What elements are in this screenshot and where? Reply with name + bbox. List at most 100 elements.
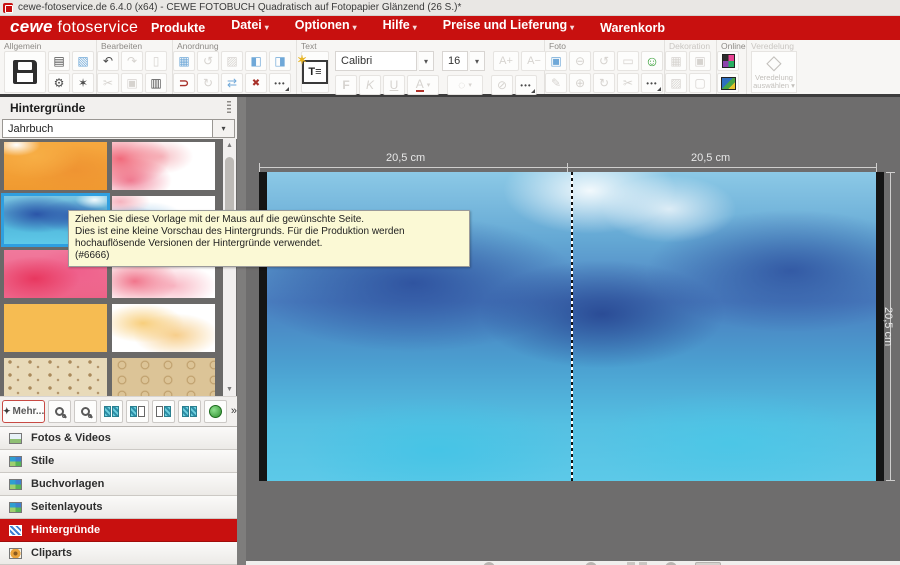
fill-color-button[interactable]: ◌▾ bbox=[447, 75, 483, 95]
italic-button[interactable]: K bbox=[359, 75, 381, 95]
menu-datei[interactable]: Datei▾ bbox=[218, 13, 282, 43]
editor-canvas: 20,5 cm 20,5 cm 20,5 cm bbox=[246, 97, 900, 565]
apply-right-page-button[interactable] bbox=[152, 400, 175, 423]
sidebar-item-hintergruende[interactable]: Hintergründe bbox=[0, 519, 237, 542]
rotate-cw-icon: ↻ bbox=[599, 76, 609, 90]
anordnung-more-button[interactable]: ••• bbox=[269, 73, 291, 93]
deco-frame-button[interactable]: ▢ bbox=[689, 73, 711, 93]
font-family-caret[interactable]: ▾ bbox=[419, 51, 434, 71]
bring-to-front-button[interactable]: ◧ bbox=[245, 51, 267, 71]
menu-preise-und-lieferung[interactable]: Preise und Lieferung▾ bbox=[430, 13, 587, 43]
foto-more-button[interactable]: ••• bbox=[641, 73, 663, 93]
save-as-button[interactable]: ▤ bbox=[48, 51, 70, 71]
deco-image-button[interactable]: ▦ bbox=[665, 51, 687, 71]
rotate-cw-button[interactable]: ↻ bbox=[197, 73, 219, 93]
sidebar-item-fotos-videos[interactable]: Fotos & Videos bbox=[0, 427, 237, 450]
panel-scrollbar[interactable]: ▲ ▼ bbox=[223, 139, 236, 396]
category-value[interactable]: Jahrbuch bbox=[2, 119, 213, 138]
zoom-thumbnails-in-button[interactable] bbox=[74, 400, 97, 423]
thumbnail-yellow-fade[interactable] bbox=[112, 304, 215, 352]
smiley-button[interactable]: ☺ bbox=[641, 51, 663, 71]
add-photo-button[interactable]: ▣ bbox=[545, 51, 567, 71]
rotate-ccw-button[interactable]: ↺ bbox=[197, 51, 219, 71]
thumbnail-yellow-orange-watercolor[interactable] bbox=[4, 304, 107, 352]
thumbnail-orange-watercolor[interactable] bbox=[4, 142, 107, 190]
photo-zoom-out-button[interactable]: ⊖ bbox=[569, 51, 591, 71]
copy-button[interactable]: ▣ bbox=[121, 73, 143, 93]
bold-button[interactable]: F bbox=[335, 75, 357, 95]
bring-forward-button[interactable]: ▨ bbox=[221, 51, 243, 71]
photo-crop-button[interactable]: ✂ bbox=[617, 73, 639, 93]
more-backgrounds-button[interactable]: ✦ Mehr... bbox=[2, 400, 45, 423]
backgrounds-icon bbox=[9, 525, 22, 536]
font-size-select[interactable]: 16 bbox=[442, 51, 468, 71]
align-grid-button[interactable]: ▦ bbox=[173, 51, 195, 71]
scissors-icon: ✂ bbox=[103, 76, 113, 90]
settings-button[interactable]: ⚙ bbox=[48, 73, 70, 93]
add-text-button[interactable]: T≡ bbox=[301, 51, 329, 93]
toolbar-section-dekoration: Dekoration ▦ ▣ ▨ ▢ bbox=[665, 40, 717, 94]
scissors-icon: ✂ bbox=[623, 76, 633, 90]
panel-grip-handle[interactable] bbox=[227, 101, 231, 115]
magnet-button[interactable]: ⊃ bbox=[173, 73, 195, 93]
send-back-icon: ◨ bbox=[274, 54, 285, 68]
thumbnail-red-white-fade[interactable] bbox=[112, 142, 215, 190]
photo-rotate-ccw-button[interactable]: ↺ bbox=[593, 51, 615, 71]
menu-produkte[interactable]: Produkte bbox=[138, 16, 218, 40]
apply-both-pages-button[interactable] bbox=[100, 400, 123, 423]
delete-button[interactable]: ▯ bbox=[145, 51, 167, 71]
menu-warenkorb[interactable]: Warenkorb bbox=[587, 16, 678, 40]
deco-copy-button[interactable]: ▣ bbox=[689, 51, 711, 71]
copy-icon: ▣ bbox=[126, 76, 137, 90]
font-smaller-button[interactable]: A− bbox=[521, 51, 547, 71]
assistant-button[interactable]: ✶ bbox=[72, 73, 94, 93]
photo-rotate-cw-button[interactable]: ↻ bbox=[593, 73, 615, 93]
sidebar-item-stile[interactable]: Stile bbox=[0, 450, 237, 473]
undo-button[interactable]: ↶ bbox=[97, 51, 119, 71]
menu-optionen[interactable]: Optionen▾ bbox=[282, 13, 370, 43]
font-size-caret[interactable]: ▾ bbox=[470, 51, 485, 71]
book-templates-icon bbox=[9, 479, 22, 490]
rotate-cw-icon: ↻ bbox=[203, 76, 213, 90]
photo-zoom-in-button[interactable]: ⊕ bbox=[569, 73, 591, 93]
delete-page-button[interactable]: ✖ bbox=[245, 73, 267, 93]
text-more-button[interactable]: ••• bbox=[515, 75, 537, 95]
panel-splitter[interactable] bbox=[237, 97, 246, 565]
thumbnail-tan-sprinkle-pattern[interactable] bbox=[4, 358, 107, 396]
sidebar-item-buchvorlagen[interactable]: Buchvorlagen bbox=[0, 473, 237, 496]
no-style-button[interactable]: ⊘ bbox=[491, 75, 513, 95]
toolbar: Allgemein ▤ ⚙ ▧ ✶ Bearbeiten ↶ ↷ ▯ bbox=[0, 40, 900, 97]
thumbnail-tan-ring-pattern[interactable] bbox=[112, 358, 215, 396]
menu-hilfe[interactable]: Hilfe▾ bbox=[370, 13, 430, 43]
chevron-down-icon: ▾ bbox=[424, 57, 428, 66]
redo-button[interactable]: ↷ bbox=[121, 51, 143, 71]
sidebar-accordion: Fotos & Videos Stile Buchvorlagen Seiten… bbox=[0, 426, 237, 565]
zoom-in-icon: ⊕ bbox=[575, 76, 585, 90]
underline-button[interactable]: U bbox=[383, 75, 405, 95]
chevron-down-icon: ▾ bbox=[353, 13, 357, 43]
online-backgrounds-button[interactable] bbox=[204, 400, 227, 423]
open-button[interactable]: ▧ bbox=[72, 51, 94, 71]
online-map-button[interactable] bbox=[717, 73, 739, 93]
font-family-select[interactable]: Calibri bbox=[335, 51, 417, 71]
veredelung-button[interactable]: ◇ Veredelung auswählen ▾ bbox=[751, 51, 797, 93]
zoom-thumbnails-out-button[interactable] bbox=[48, 400, 71, 423]
edit-photo-button[interactable]: ✎ bbox=[545, 73, 567, 93]
sidebar-item-seitenlayouts[interactable]: Seitenlayouts bbox=[0, 496, 237, 519]
scroll-down-arrow[interactable]: ▼ bbox=[223, 383, 236, 396]
apply-all-pages-button[interactable] bbox=[178, 400, 201, 423]
font-color-button[interactable]: A▾ bbox=[407, 75, 439, 95]
flip-button[interactable]: ⇄ bbox=[221, 73, 243, 93]
font-larger-button[interactable]: A+ bbox=[493, 51, 519, 71]
sidebar-item-cliparts[interactable]: Cliparts bbox=[0, 542, 237, 565]
category-caret[interactable]: ▾ bbox=[213, 119, 235, 138]
panorama-button[interactable]: ▭ bbox=[617, 51, 639, 71]
deco-image2-button[interactable]: ▨ bbox=[665, 73, 687, 93]
apply-left-page-button[interactable] bbox=[126, 400, 149, 423]
send-to-back-button[interactable]: ◨ bbox=[269, 51, 291, 71]
paste-button[interactable]: ▥ bbox=[145, 73, 167, 93]
scroll-up-arrow[interactable]: ▲ bbox=[223, 139, 236, 152]
online-station-button[interactable] bbox=[717, 51, 739, 71]
cut-button[interactable]: ✂ bbox=[97, 73, 119, 93]
save-button[interactable] bbox=[4, 51, 46, 93]
